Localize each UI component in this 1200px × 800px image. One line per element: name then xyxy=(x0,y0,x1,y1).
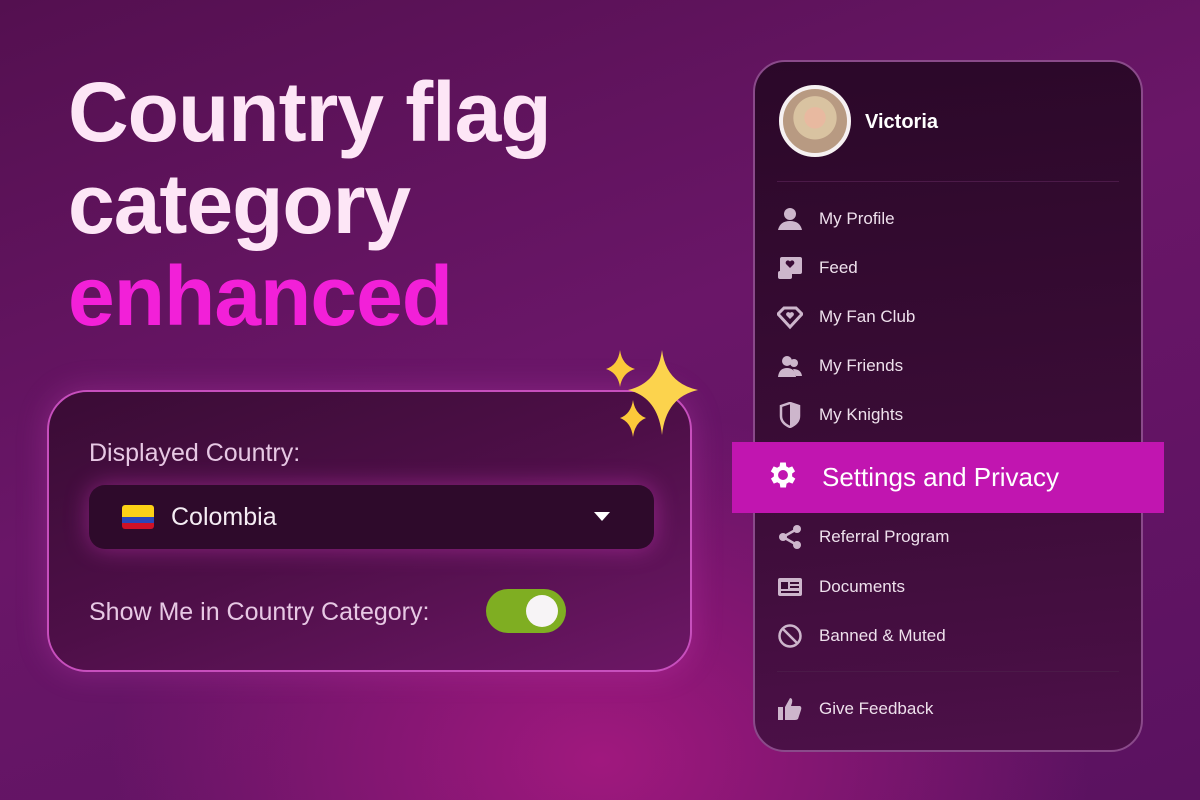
headline-line-1: Country flag xyxy=(68,65,552,159)
friends-icon xyxy=(777,353,803,379)
show-in-category-toggle[interactable] xyxy=(486,589,566,633)
menu-item-settings-and-privacy[interactable]: Settings and Privacy xyxy=(732,442,1164,513)
gear-icon xyxy=(766,458,800,497)
user-icon xyxy=(777,206,803,232)
thumbs-up-icon xyxy=(777,696,803,722)
headline: Country flag category enhanced xyxy=(68,65,552,343)
menu-item-my-fan-club[interactable]: My Fan Club xyxy=(777,302,915,332)
divider xyxy=(777,181,1119,182)
menu-item-label: Feed xyxy=(819,258,858,277)
menu-item-label: Banned & Muted xyxy=(819,626,946,645)
ban-icon xyxy=(777,623,803,649)
toggle-knob xyxy=(526,595,558,627)
side-menu: Victoria My Profile Feed My Fan Club My … xyxy=(753,60,1143,752)
menu-item-my-friends[interactable]: My Friends xyxy=(777,351,903,381)
colombia-flag-icon xyxy=(122,505,154,529)
country-settings-card: Displayed Country: Colombia Show Me in C… xyxy=(47,390,692,672)
username: Victoria xyxy=(865,111,938,133)
menu-item-label: Give Feedback xyxy=(819,699,934,718)
menu-item-give-feedback[interactable]: Give Feedback xyxy=(777,694,933,724)
diamond-heart-icon xyxy=(777,304,803,330)
menu-item-my-knights[interactable]: My Knights xyxy=(777,400,903,430)
avatar[interactable] xyxy=(779,85,851,157)
menu-item-referral-program[interactable]: Referral Program xyxy=(777,522,949,552)
caret-down-icon xyxy=(594,512,610,521)
menu-item-label: My Profile xyxy=(819,209,895,228)
country-select[interactable]: Colombia xyxy=(89,485,654,549)
menu-item-label: My Friends xyxy=(819,356,904,375)
menu-item-label: My Knights xyxy=(819,405,904,424)
sparkles-icon xyxy=(606,350,698,437)
divider xyxy=(777,671,1119,672)
displayed-country-label: Displayed Country: xyxy=(89,439,301,467)
menu-item-label: Referral Program xyxy=(819,527,950,546)
country-select-value: Colombia xyxy=(171,502,277,531)
id-card-icon xyxy=(777,574,803,600)
menu-item-label: My Fan Club xyxy=(819,307,916,326)
menu-item-label: Documents xyxy=(819,577,905,596)
menu-item-label: Settings and Privacy xyxy=(822,462,1060,492)
feed-icon xyxy=(777,255,803,281)
show-in-category-label: Show Me in Country Category: xyxy=(89,598,430,626)
headline-line-2: category xyxy=(68,157,411,251)
headline-line-3: enhanced xyxy=(68,249,453,343)
shield-icon xyxy=(777,402,803,428)
share-icon xyxy=(777,524,803,550)
menu-item-my-profile[interactable]: My Profile xyxy=(777,204,895,234)
menu-item-documents[interactable]: Documents xyxy=(777,572,905,602)
menu-item-feed[interactable]: Feed xyxy=(777,253,858,283)
menu-item-banned-muted[interactable]: Banned & Muted xyxy=(777,621,946,651)
